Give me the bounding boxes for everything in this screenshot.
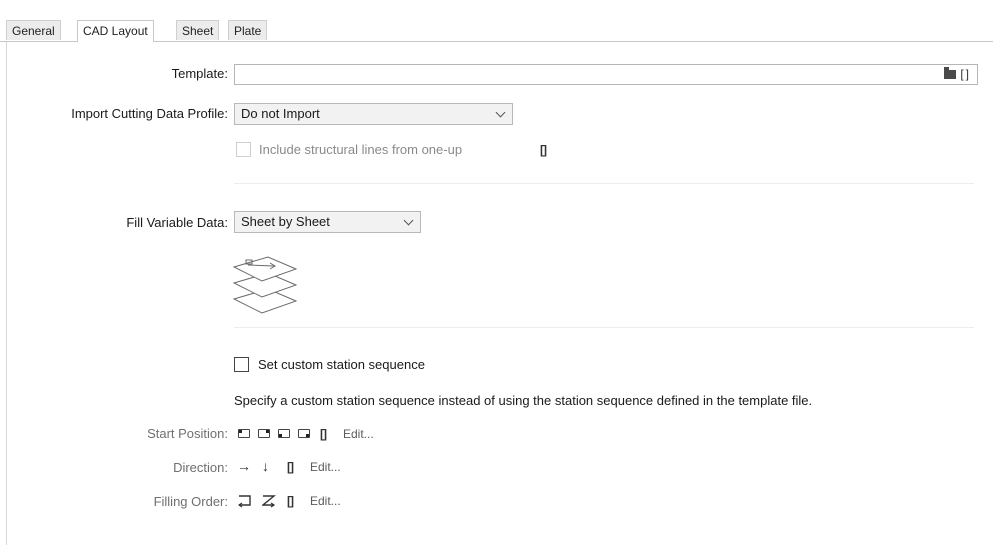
- direction-down-arrow-icon[interactable]: ↓: [262, 458, 269, 474]
- panel-left-border: [6, 42, 7, 545]
- start-position-label: Start Position:: [147, 426, 228, 441]
- import-cutting-value: Do not Import: [241, 106, 320, 121]
- chevron-down-icon: [495, 107, 506, 118]
- template-input[interactable]: []: [234, 64, 978, 85]
- filling-order-edit-link[interactable]: Edit...: [310, 494, 341, 508]
- start-position-top-right-icon[interactable]: [258, 429, 270, 438]
- import-cutting-dropdown[interactable]: Do not Import: [234, 103, 513, 125]
- tab-cad-layout[interactable]: CAD Layout: [77, 20, 154, 42]
- filling-order-label: Filling Order:: [153, 494, 228, 509]
- import-cutting-label: Import Cutting Data Profile:: [71, 106, 228, 121]
- folder-icon[interactable]: [944, 67, 957, 79]
- bracket-icon[interactable]: []: [960, 67, 971, 81]
- filling-order-zigzag-icon[interactable]: [262, 494, 276, 508]
- start-position-edit-link[interactable]: Edit...: [343, 427, 374, 441]
- include-structural-bracket-icon[interactable]: []: [540, 143, 547, 157]
- start-position-top-left-icon[interactable]: [238, 429, 250, 438]
- template-label: Template:: [171, 66, 228, 81]
- direction-right-arrow-icon[interactable]: →: [237, 458, 251, 474]
- start-position-bracket-icon[interactable]: []: [320, 427, 327, 441]
- custom-sequence-checkbox[interactable]: [234, 357, 249, 372]
- chevron-down-icon: [403, 215, 414, 226]
- filling-order-serpentine-icon[interactable]: [238, 494, 252, 508]
- separator-1: [234, 183, 974, 184]
- fill-variable-value: Sheet by Sheet: [241, 214, 330, 229]
- direction-edit-link[interactable]: Edit...: [310, 460, 341, 474]
- direction-label: Direction:: [173, 460, 228, 475]
- fill-variable-label: Fill Variable Data:: [126, 215, 228, 230]
- stacked-sheets-icon: [232, 256, 298, 314]
- custom-sequence-label: Set custom station sequence: [258, 357, 425, 372]
- fill-variable-dropdown[interactable]: Sheet by Sheet: [234, 211, 421, 233]
- start-position-bottom-left-icon[interactable]: [278, 429, 290, 438]
- template-field-icons: []: [944, 67, 971, 81]
- tab-bar: General CAD Layout Sheet Plate: [0, 20, 993, 42]
- include-structural-checkbox[interactable]: [236, 142, 251, 157]
- direction-bracket-icon[interactable]: []: [287, 460, 294, 474]
- tab-plate[interactable]: Plate: [228, 20, 268, 40]
- include-structural-label: Include structural lines from one-up: [259, 142, 463, 157]
- separator-2: [234, 327, 974, 328]
- start-position-bottom-right-icon[interactable]: [298, 429, 310, 438]
- custom-sequence-description: Specify a custom station sequence instea…: [234, 393, 813, 408]
- tab-sheet[interactable]: Sheet: [176, 20, 220, 40]
- tab-general[interactable]: General: [6, 20, 61, 40]
- filling-order-bracket-icon[interactable]: []: [287, 494, 294, 508]
